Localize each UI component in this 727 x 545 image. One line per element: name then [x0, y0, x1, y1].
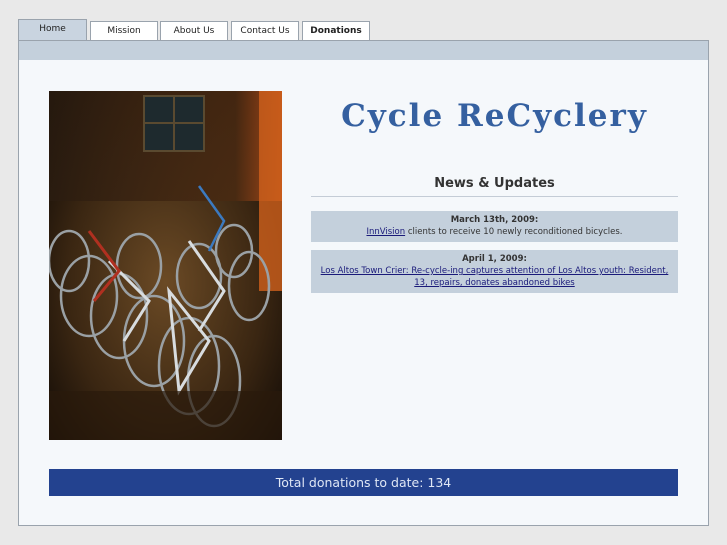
news-item: March 13th, 2009: InnVision clients to r…: [311, 211, 678, 242]
news-item: April 1, 2009: Los Altos Town Crier: Re-…: [311, 250, 678, 293]
town-crier-article-link[interactable]: Los Altos Town Crier: Re-cycle-ing captu…: [321, 266, 669, 288]
bicycles-photo: [49, 91, 282, 440]
header-band: [18, 40, 709, 60]
bicycles-image: [49, 91, 282, 440]
innvision-link[interactable]: InnVision: [366, 227, 405, 237]
donations-total-banner: Total donations to date: 134: [49, 469, 678, 496]
tab-about-us[interactable]: About Us: [160, 21, 228, 40]
tab-home[interactable]: Home: [18, 19, 87, 41]
tab-mission[interactable]: Mission: [90, 21, 158, 40]
site-logo: Cycle ReCyclery: [341, 98, 648, 134]
tab-contact-us[interactable]: Contact Us: [231, 21, 299, 40]
news-divider: [311, 196, 678, 197]
news-date: March 13th, 2009:: [450, 215, 539, 225]
tab-donations[interactable]: Donations: [302, 21, 370, 40]
news-text: clients to receive 10 newly reconditione…: [405, 227, 623, 237]
news-date: April 1, 2009:: [462, 254, 527, 264]
news-title: News & Updates: [434, 176, 555, 191]
